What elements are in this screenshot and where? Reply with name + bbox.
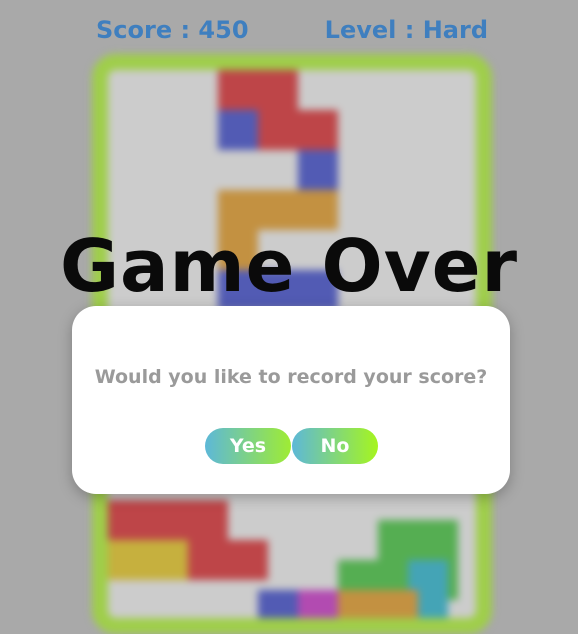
yes-button[interactable]: Yes (205, 428, 291, 464)
board-block (108, 500, 228, 540)
board-block (338, 590, 418, 618)
board-block (408, 560, 448, 618)
board-block (338, 560, 458, 600)
dialog-message: Would you like to record your score? (94, 366, 488, 388)
board-block (258, 110, 338, 150)
board-block (218, 70, 298, 110)
board-block (298, 590, 338, 618)
level-display: Level : Hard (324, 16, 488, 44)
board-block (258, 590, 338, 618)
board-block (188, 540, 268, 580)
board-block (298, 150, 338, 190)
board-block (378, 520, 458, 560)
score-display: Score : 450 (96, 16, 249, 44)
game-over-title: Game Over (59, 224, 519, 308)
board-block (108, 540, 188, 580)
no-button[interactable]: No (292, 428, 378, 464)
record-score-dialog: Would you like to record your score? Yes… (72, 306, 510, 494)
board-block (218, 110, 258, 150)
